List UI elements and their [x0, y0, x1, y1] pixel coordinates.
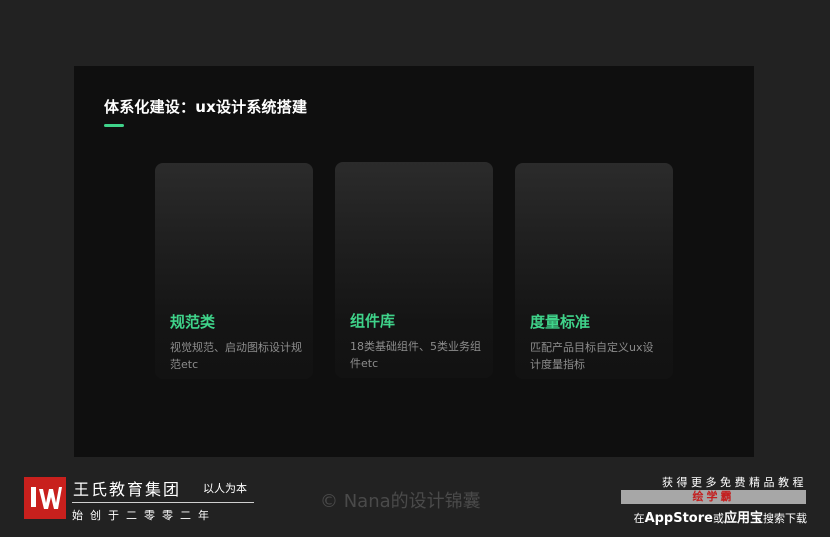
promo-download-text: 在AppStore或应用宝搜索下载: [634, 507, 807, 526]
promo-prefix: 在: [633, 512, 645, 525]
watermark: © Nana的设计锦囊: [320, 491, 481, 512]
promo-suffix: 搜索下载: [763, 512, 807, 525]
brand-motto: 始创于二零零二年: [72, 509, 216, 522]
card-title: 组件库: [350, 312, 396, 330]
card-guidelines[interactable]: 规范类 视觉规范、启动图标设计规范etc: [155, 163, 313, 379]
card-description: 匹配产品目标自定义ux设计度量指标: [530, 341, 654, 371]
promo-app-name: 绘学霸: [621, 490, 806, 504]
card-title: 规范类: [170, 313, 216, 331]
brand-divider: [72, 502, 254, 503]
promo-or: 或: [712, 512, 724, 525]
card-title: 度量标准: [530, 313, 591, 331]
title-underline: [104, 124, 124, 127]
brand-slogan: 以人为本: [203, 482, 247, 495]
card-description: 18类基础组件、5类业务组件etc: [350, 340, 481, 370]
promo-store: AppStore: [644, 511, 713, 526]
card-metrics[interactable]: 度量标准 匹配产品目标自定义ux设计度量指标: [515, 163, 673, 379]
promo-store2: 应用宝: [723, 511, 763, 526]
slide-panel: 体系化建设：ux设计系统搭建 规范类 视觉规范、启动图标设计规范etc 组件库 …: [74, 66, 754, 457]
brand-logo-icon: [24, 477, 66, 519]
card-description: 视觉规范、启动图标设计规范etc: [170, 341, 302, 371]
brand-name: 王氏教育集团: [73, 480, 182, 499]
promo-headline: 获得更多免费精品教程: [662, 476, 807, 489]
page-title: 体系化建设：ux设计系统搭建: [104, 98, 308, 116]
card-component-library[interactable]: 组件库 18类基础组件、5类业务组件etc: [335, 162, 493, 378]
